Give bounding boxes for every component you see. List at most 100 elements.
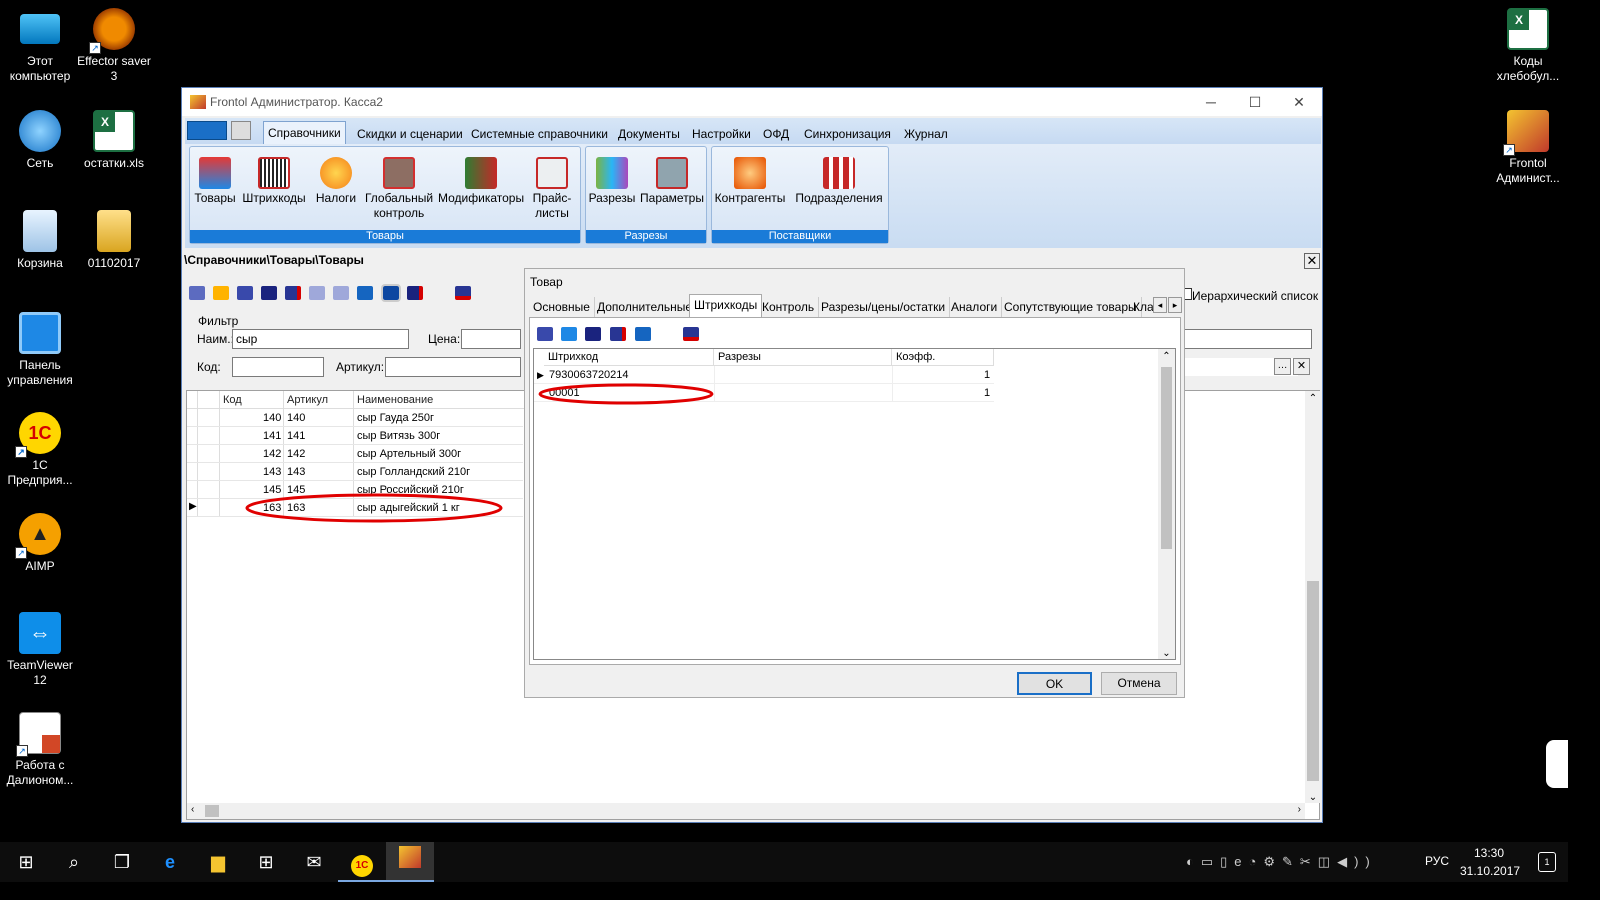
column-header-barcode[interactable]: Штрихкод <box>544 349 714 366</box>
tab-barcodes[interactable]: Штрихкоды <box>689 294 763 318</box>
tab-documents[interactable]: Документы <box>618 127 680 141</box>
desktop-icon-effector[interactable]: ↗ Effector saver 3 <box>76 8 152 84</box>
name-filter-input[interactable]: сыр <box>232 329 409 349</box>
tab-related-goods[interactable]: Сопутствующие товары <box>1000 297 1142 317</box>
column-header-code[interactable]: Код <box>221 391 244 409</box>
column-header-name[interactable]: Наименование <box>355 391 435 409</box>
clock-time[interactable]: 13:30 <box>1474 846 1504 860</box>
close-button[interactable]: ✕ <box>1276 91 1322 113</box>
language-indicator[interactable]: РУС <box>1425 854 1449 868</box>
toolbar-add-group-icon[interactable] <box>213 286 229 300</box>
tab-sync[interactable]: Синхронизация <box>804 127 891 141</box>
code-filter-input[interactable] <box>232 357 324 377</box>
price-filter-input[interactable] <box>461 329 521 349</box>
scroll-thumb[interactable] <box>1161 367 1172 549</box>
tray-icons[interactable]: ◐▭▯e◔⚙✎✂◫◀)) <box>1186 854 1420 870</box>
search-icon[interactable]: ⌕ <box>50 842 98 882</box>
minimize-button[interactable]: ─ <box>1188 91 1234 113</box>
article-filter-input[interactable] <box>385 357 521 377</box>
scroll-left-icon[interactable]: ‹ <box>191 804 194 815</box>
desktop-icon-frontol-admin[interactable]: ↗ Frontol Админист... <box>1490 110 1566 186</box>
maximize-button[interactable]: ☐ <box>1232 91 1278 113</box>
save-icon[interactable] <box>231 121 251 140</box>
toolbar-move-icon[interactable] <box>333 286 349 300</box>
scroll-up-icon[interactable]: ⌃ <box>1305 393 1321 404</box>
tab-sections-prices[interactable]: Разрезы/цены/остатки <box>817 297 951 317</box>
desktop-icon-folder[interactable]: 01102017 <box>76 210 152 271</box>
desktop-icon-codes[interactable]: X Коды хлебобул... <box>1490 8 1566 84</box>
toolbar-save-icon[interactable] <box>261 286 277 300</box>
ellipsis-button[interactable]: … <box>1274 358 1291 375</box>
ribbon-button-global-control[interactable]: Глобальный контроль <box>364 157 434 221</box>
ribbon-button-departments[interactable]: Подразделения <box>792 157 886 206</box>
toolbar-filter-icon[interactable] <box>381 284 401 302</box>
toolbar-add-icon[interactable] <box>189 286 205 300</box>
ribbon-button-parameters[interactable]: Параметры <box>640 157 704 206</box>
desktop-icon-dalion[interactable]: ↗ Работа с Далионом... <box>2 712 78 788</box>
scroll-thumb[interactable] <box>205 805 219 817</box>
desktop-icon-teamviewer[interactable]: ⇔ TeamViewer 12 <box>2 612 78 688</box>
desktop-icon-recycle-bin[interactable]: Корзина <box>2 210 78 271</box>
toolbar-copy-icon[interactable] <box>309 286 325 300</box>
tab-analogs[interactable]: Аналоги <box>947 297 1003 317</box>
scroll-down-icon[interactable]: ⌄ <box>1158 648 1175 659</box>
toolbar-refresh-icon[interactable] <box>357 286 373 300</box>
barcode-edit-icon[interactable] <box>561 327 577 341</box>
ribbon-button-modifiers[interactable]: Модификаторы <box>438 157 524 206</box>
store-icon[interactable]: ⊞ <box>242 842 290 882</box>
right-filter-input[interactable] <box>1182 329 1312 349</box>
column-header-article[interactable]: Артикул <box>285 391 330 409</box>
clear-x-icon[interactable]: ✕ <box>1293 358 1310 375</box>
grid-hscrollbar[interactable]: ‹ › <box>187 803 1305 819</box>
scroll-down-icon[interactable]: ⌄ <box>1305 792 1321 803</box>
barcode-delete-icon[interactable] <box>610 327 626 341</box>
barcode-delete-marked-icon[interactable] <box>683 327 699 341</box>
table-row[interactable]: 143 143 сыр Голландский 210г <box>187 463 523 481</box>
tab-more[interactable]: Кла <box>1129 297 1153 317</box>
desktop-icon-aimp[interactable]: ▲ ↗ AIMP <box>2 513 78 574</box>
tab-settings[interactable]: Настройки <box>692 127 751 141</box>
desktop-icon-1c[interactable]: 1С ↗ 1С Предприя... <box>2 412 78 488</box>
scroll-up-icon[interactable]: ⌃ <box>1158 351 1175 362</box>
tab-ofd[interactable]: ОФД <box>763 127 789 141</box>
ribbon-button-pricelists[interactable]: Прайс-листы <box>528 157 576 221</box>
edge-icon[interactable]: e <box>146 842 194 882</box>
cancel-button[interactable]: Отмена <box>1101 672 1177 695</box>
toolbar-delete-marked-icon[interactable] <box>455 286 471 300</box>
file-explorer-icon[interactable]: ▆ <box>194 842 242 882</box>
desktop-icon-xls[interactable]: X остатки.xls <box>76 110 152 171</box>
teamviewer-side-tab[interactable] <box>1546 740 1568 788</box>
start-windows-icon[interactable]: ⊞ <box>2 842 50 882</box>
grid-vscrollbar[interactable]: ⌃ ⌄ <box>1305 391 1321 803</box>
toolbar-edit-icon[interactable] <box>237 286 253 300</box>
1c-taskbar-icon[interactable]: 1С <box>338 842 386 882</box>
toolbar-clear-filter-icon[interactable] <box>407 286 423 300</box>
ribbon-button-taxes[interactable]: Налоги <box>314 157 358 206</box>
tab-spravochniki[interactable]: Справочники <box>263 121 346 145</box>
tab-scroll-right-icon[interactable]: ▸ <box>1168 297 1182 313</box>
tab-control[interactable]: Контроль <box>758 297 820 317</box>
barcode-refresh-icon[interactable] <box>635 327 651 341</box>
tab-discounts[interactable]: Скидки и сценарии <box>357 127 463 141</box>
tab-main[interactable]: Основные <box>529 297 595 317</box>
ribbon-button-barcodes[interactable]: Штрихкоды <box>242 157 306 206</box>
tab-additional[interactable]: Дополнительные <box>593 297 697 317</box>
close-tab-button[interactable]: ✕ <box>1304 253 1320 269</box>
ribbon-button-sections[interactable]: Разрезы <box>588 157 636 206</box>
ribbon-button-goods[interactable]: Товары <box>194 157 236 206</box>
table-row[interactable]: 140 140 сыр Гауда 250г <box>187 409 523 427</box>
desktop-icon-this-pc[interactable]: Этот компьютер <box>2 10 78 84</box>
desktop-icon-control-panel[interactable]: Панель управления <box>2 312 78 388</box>
task-view-icon[interactable]: ❐ <box>98 842 146 882</box>
toolbar-delete-icon[interactable] <box>285 286 301 300</box>
table-row[interactable]: 141 141 сыр Витязь 300г <box>187 427 523 445</box>
scroll-thumb[interactable] <box>1307 581 1319 781</box>
frontol-taskbar-icon[interactable] <box>386 842 434 882</box>
scroll-right-icon[interactable]: › <box>1298 804 1301 815</box>
barcode-save-icon[interactable] <box>585 327 601 341</box>
ribbon-button-contractors[interactable]: Контрагенты <box>714 157 786 206</box>
quick-menu-button[interactable] <box>187 121 227 140</box>
mail-icon[interactable]: ✉ <box>290 842 338 882</box>
tab-journal[interactable]: Журнал <box>904 127 948 141</box>
desktop-icon-network[interactable]: Сеть <box>2 110 78 171</box>
